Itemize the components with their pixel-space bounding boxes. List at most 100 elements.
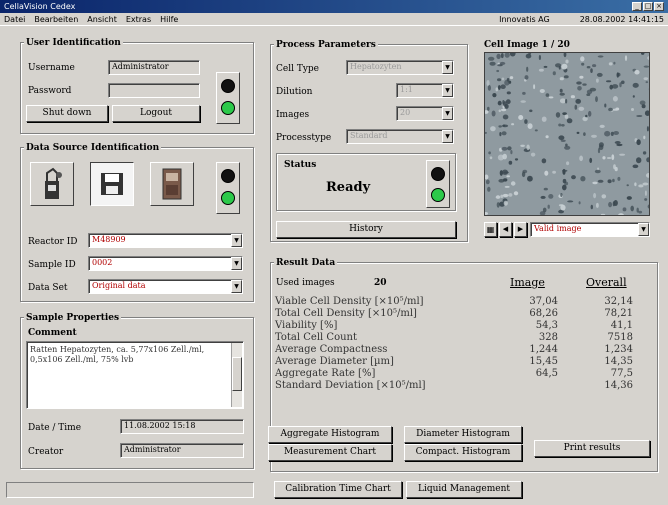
cell-blob <box>558 123 562 127</box>
cell-blob <box>571 175 576 180</box>
username-field[interactable]: Administrator <box>108 60 200 75</box>
cell-blob <box>601 194 607 199</box>
cell-blob <box>648 88 649 90</box>
user-identification-title: User Identification <box>24 38 123 48</box>
cell-blob <box>555 112 561 118</box>
column-header-image: Image <box>510 276 545 289</box>
menu-item-edit[interactable]: Bearbeiten <box>34 15 78 24</box>
chevron-down-icon[interactable]: ▼ <box>231 234 242 247</box>
diameter-histogram-button[interactable]: Diameter Histogram <box>404 426 522 443</box>
processtype-value: Standard <box>350 131 388 140</box>
cell-blob <box>552 170 556 174</box>
cell-blob <box>498 125 502 128</box>
comment-scrollbar[interactable] <box>231 343 242 407</box>
chevron-down-icon[interactable]: ▼ <box>442 107 453 120</box>
cell-blob <box>507 146 512 151</box>
chevron-down-icon[interactable]: ▼ <box>231 257 242 270</box>
cell-blob <box>644 198 648 201</box>
cell-blob <box>638 210 643 214</box>
cell-blob <box>606 80 612 83</box>
liquid-management-button[interactable]: Liquid Management <box>406 481 522 498</box>
minimize-icon[interactable]: _ <box>632 2 642 11</box>
logout-button[interactable]: Logout <box>112 105 200 122</box>
cell-blob <box>500 53 504 59</box>
result-row: Viable Cell Density [×10⁵/ml] 37,04 32,14 <box>275 296 657 307</box>
compact-histogram-button[interactable]: Compact. Histogram <box>404 444 522 461</box>
sample-id-select[interactable]: 0002 ▼ <box>88 256 243 271</box>
calibration-time-chart-button[interactable]: Calibration Time Chart <box>274 481 402 498</box>
cell-blob <box>540 195 546 199</box>
cell-blob <box>497 64 503 67</box>
floppy-disk-icon-button[interactable] <box>90 162 134 206</box>
cell-blob <box>589 157 593 163</box>
cell-image-view[interactable] <box>484 52 650 216</box>
cell-blob <box>574 104 578 110</box>
cell-blob <box>580 176 586 182</box>
chevron-down-icon[interactable]: ▼ <box>442 84 453 97</box>
reactor-id-select[interactable]: M48909 ▼ <box>88 233 243 248</box>
grid-view-button[interactable]: ▦ <box>484 222 497 237</box>
cell-blob <box>642 182 649 186</box>
chevron-down-icon[interactable]: ▼ <box>442 130 453 143</box>
dilution-label: Dilution <box>276 87 313 97</box>
comment-textarea[interactable]: Ratten Hepatozyten, ca. 5,77x106 Zell./m… <box>26 341 244 409</box>
cell-blob <box>559 88 563 93</box>
print-results-button[interactable]: Print results <box>534 440 650 457</box>
cell-blob <box>561 63 568 70</box>
cell-blob <box>488 151 491 155</box>
red-lamp-icon <box>431 167 445 181</box>
password-field[interactable] <box>108 83 200 98</box>
result-overall-value: 7518 <box>607 332 633 343</box>
data-set-select[interactable]: Original data ▼ <box>88 279 243 294</box>
cell-blob <box>642 151 647 155</box>
creator-field: Administrator <box>120 443 244 458</box>
menu-item-file[interactable]: Datei <box>4 15 25 24</box>
cell-blob <box>598 144 604 150</box>
history-button[interactable]: History <box>276 221 456 238</box>
result-row: Standard Deviation [×10⁵/ml] 14,36 <box>275 380 657 391</box>
cell-blob <box>595 96 598 103</box>
cell-blob <box>510 150 513 155</box>
cell-type-select[interactable]: Hepatozyten ▼ <box>346 60 454 75</box>
menu-item-help[interactable]: Hilfe <box>160 15 178 24</box>
maximize-icon[interactable]: □ <box>643 2 653 11</box>
password-label: Password <box>28 86 72 96</box>
images-select[interactable]: 20 ▼ <box>396 106 454 121</box>
cell-blob <box>562 169 568 172</box>
cell-blob <box>501 146 508 151</box>
menu-item-view[interactable]: Ansicht <box>87 15 117 24</box>
processtype-select[interactable]: Standard ▼ <box>346 129 454 144</box>
cell-blob <box>520 144 525 147</box>
cell-blob <box>495 195 501 199</box>
cell-blob <box>501 108 507 112</box>
cell-blob <box>543 65 548 68</box>
next-image-button[interactable]: ▶ <box>514 222 527 237</box>
cell-blob <box>631 108 634 111</box>
close-icon[interactable]: × <box>654 2 664 11</box>
chevron-down-icon[interactable]: ▼ <box>442 61 453 74</box>
cell-blob <box>485 174 489 180</box>
sampler-icon-button[interactable] <box>30 162 74 206</box>
cell-blob <box>538 55 541 60</box>
cell-blob <box>612 108 619 111</box>
cell-blob <box>502 153 507 160</box>
image-view-select[interactable]: Valid image ▼ <box>530 222 650 237</box>
sample-id-value: 0002 <box>92 258 113 267</box>
menu-item-tools[interactable]: Extras <box>126 15 151 24</box>
chevron-down-icon[interactable]: ▼ <box>231 280 242 293</box>
result-image-value: 37,04 <box>529 296 558 307</box>
cell-blob <box>544 170 549 176</box>
cell-blob <box>502 169 508 175</box>
aggregate-histogram-button[interactable]: Aggregate Histogram <box>268 426 392 443</box>
cell-blob <box>599 124 605 128</box>
measurement-chart-button[interactable]: Measurement Chart <box>268 444 392 461</box>
instrument-icon-button[interactable] <box>150 162 194 206</box>
previous-image-button[interactable]: ◀ <box>499 222 512 237</box>
dilution-select[interactable]: 1:1 ▼ <box>396 83 454 98</box>
cell-blob <box>503 124 505 127</box>
cell-blob <box>509 53 516 57</box>
cell-blob <box>564 145 571 150</box>
chevron-down-icon[interactable]: ▼ <box>638 223 649 236</box>
cell-blob <box>592 64 597 68</box>
shut-down-button[interactable]: Shut down <box>26 105 108 122</box>
